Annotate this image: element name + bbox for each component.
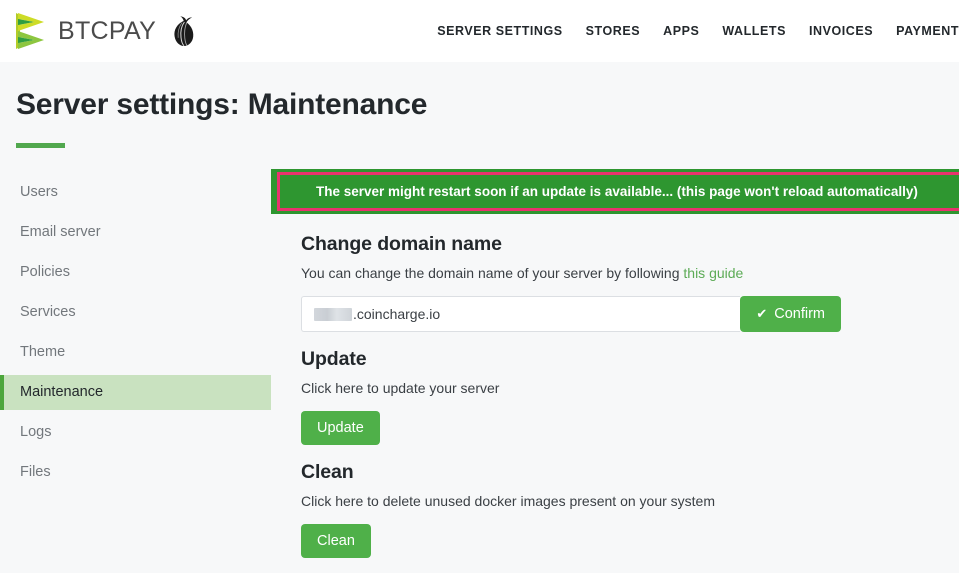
update-title: Update xyxy=(301,348,367,370)
nav-item-invoices[interactable]: INVOICES xyxy=(809,24,873,38)
clean-description: Click here to delete unused docker image… xyxy=(301,493,715,509)
alert-message: The server might restart soon if an upda… xyxy=(316,184,918,199)
brand-name: BTCPAY xyxy=(58,16,157,45)
domain-name-input[interactable]: .coincharge.io xyxy=(301,296,741,332)
domain-input-group: .coincharge.io ✔ Confirm xyxy=(301,296,841,332)
update-description: Click here to update your server xyxy=(301,380,500,396)
this-guide-link[interactable]: this guide xyxy=(683,265,743,281)
confirm-button-label: Confirm xyxy=(774,306,825,322)
clean-title: Clean xyxy=(301,461,354,483)
update-button[interactable]: Update xyxy=(301,411,380,445)
sidebar-item-logs[interactable]: Logs xyxy=(0,415,271,450)
clean-section: Clean Click here to delete unused docker… xyxy=(301,461,959,558)
change-domain-description-text: You can change the domain name of your s… xyxy=(301,265,684,281)
sidebar-item-policies[interactable]: Policies xyxy=(0,255,271,290)
check-icon: ✔ xyxy=(756,306,768,321)
page-container: Server settings: Maintenance Users Email… xyxy=(0,62,959,558)
brand-logo[interactable]: BTCPAY xyxy=(14,11,156,51)
nav-item-payment[interactable]: PAYMENT xyxy=(896,24,959,38)
sidebar-item-theme[interactable]: Theme xyxy=(0,335,271,370)
title-accent-rule xyxy=(16,143,65,148)
tor-onion-icon xyxy=(156,14,197,48)
sidebar-item-maintenance[interactable]: Maintenance xyxy=(0,375,271,410)
confirm-domain-button[interactable]: ✔ Confirm xyxy=(740,296,841,332)
clean-button[interactable]: Clean xyxy=(301,524,371,558)
change-domain-description: You can change the domain name of your s… xyxy=(301,264,959,283)
page-title: Server settings: Maintenance xyxy=(16,88,428,121)
sidebar-item-files[interactable]: Files xyxy=(0,455,271,490)
restart-warning-alert: The server might restart soon if an upda… xyxy=(271,169,959,214)
top-navbar: BTCPAY SERVER SETTINGS STORES APPS WALLE… xyxy=(0,0,959,62)
change-domain-title: Change domain name xyxy=(301,233,502,255)
redacted-subdomain xyxy=(314,307,352,321)
sidebar-item-email-server[interactable]: Email server xyxy=(0,215,271,250)
btcpay-logo-icon xyxy=(14,11,48,51)
domain-input-value: .coincharge.io xyxy=(353,306,441,322)
nav-item-server-settings[interactable]: SERVER SETTINGS xyxy=(437,24,562,38)
change-domain-section: Change domain name You can change the do… xyxy=(301,233,959,332)
update-section: Update Click here to update your server … xyxy=(301,348,959,445)
nav-item-stores[interactable]: STORES xyxy=(586,24,640,38)
sidebar-item-users[interactable]: Users xyxy=(0,175,271,210)
main-panel: The server might restart soon if an upda… xyxy=(271,169,959,558)
sidebar-item-services[interactable]: Services xyxy=(0,295,271,330)
nav-item-apps[interactable]: APPS xyxy=(663,24,699,38)
settings-sidebar: Users Email server Policies Services The… xyxy=(0,169,271,558)
page-content: Users Email server Policies Services The… xyxy=(0,169,959,558)
main-navigation: SERVER SETTINGS STORES APPS WALLETS INVO… xyxy=(437,24,959,38)
nav-item-wallets[interactable]: WALLETS xyxy=(722,24,786,38)
